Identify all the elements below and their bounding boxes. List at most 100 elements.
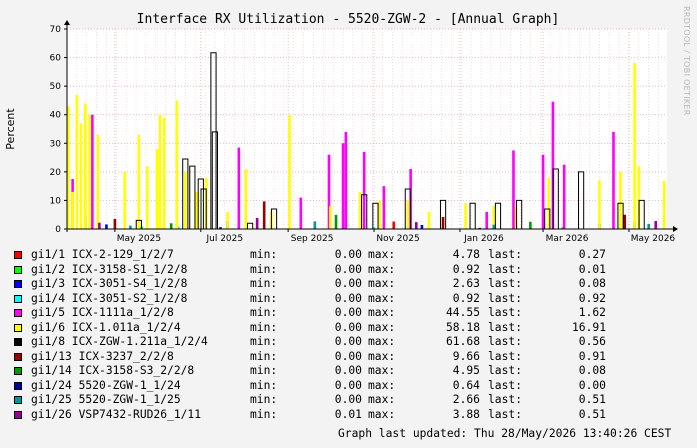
legend-min-label: min: (250, 320, 278, 334)
legend-swatch (14, 338, 22, 346)
data-point (299, 197, 303, 229)
legend-series-name: gi1/5 ICX-1111a_1/2/8 (31, 306, 174, 319)
legend-max-label: max: (368, 378, 396, 392)
data-point (88, 114, 91, 229)
y-tick-label: 40 (50, 111, 62, 121)
legend-row: gi1/3 ICX-3051-S4_1/2/8 min: 0.00 max: 2.63 l… (14, 277, 674, 292)
legend-row: gi1/1 ICX-2-129_1/2/7 min: 0.00 max: 4.78 las… (14, 248, 674, 263)
x-tick-label: Sep 2025 (291, 234, 334, 244)
legend-last-label: last: (488, 306, 523, 319)
legend-min-value: 0.00 (334, 262, 362, 276)
legend-row: gi1/26 VSP7432-RUD26_1/11 min: 0.01 max: 3.8… (14, 408, 674, 423)
legend-last-label: last: (488, 349, 523, 363)
legend-max-value: 9.66 (452, 349, 480, 363)
data-point (113, 219, 117, 229)
data-point (654, 221, 658, 229)
legend-max-value: 4.95 (452, 364, 480, 377)
legend-max-label: max: (368, 262, 396, 276)
chart-title: Interface RX Utilization - 5520-ZGW-2 - … (137, 12, 560, 27)
y-axis-arrow (64, 20, 70, 25)
legend-series-name: gi1/24 5520-ZGW-1_1/24 (31, 378, 181, 392)
data-point (378, 200, 381, 229)
y-tick-label: 60 (50, 54, 62, 64)
data-point (71, 191, 74, 229)
legend-series-name: gi1/8 ICX-ZGW-1.211a_1/2/4 (31, 335, 208, 348)
data-point (226, 211, 229, 229)
data-point (162, 117, 166, 229)
data-point (392, 221, 396, 229)
y-tick-label: 30 (50, 139, 62, 149)
legend-swatch (14, 410, 22, 419)
legend-last-value: 0.01 (578, 262, 606, 276)
legend-row: gi1/14 ICX-3158-S3_2/2/8 min: 0.00 max: 4.95… (14, 364, 674, 379)
legend-swatch (14, 352, 22, 361)
x-tick-label: Jan 2026 (463, 234, 504, 244)
legend-min-value: 0.00 (334, 349, 362, 363)
legend-max-value: 44.55 (445, 306, 480, 319)
legend-min-value: 0.00 (334, 306, 362, 319)
x-tick-label: May 2025 (117, 234, 161, 244)
legend: gi1/1 ICX-2-129_1/2/7 min: 0.00 max: 4.78 las… (14, 248, 674, 422)
legend-swatch (14, 381, 22, 390)
legend-max-label: max: (368, 335, 396, 348)
data-point (244, 169, 248, 229)
legend-min-value: 0.00 (334, 248, 362, 261)
legend-max-value: 3.88 (452, 407, 480, 421)
legend-min-value: 0.00 (334, 320, 362, 334)
data-point (84, 103, 87, 229)
legend-row: gi1/6 ICX-1.011a_1/2/4 min: 0.00 max: 58.18 l… (14, 321, 674, 336)
data-point (662, 180, 666, 229)
data-point (623, 214, 627, 229)
legend-min-value: 0.00 (334, 335, 362, 348)
data-point (155, 149, 159, 229)
data-point (79, 123, 83, 229)
data-point (612, 131, 615, 229)
x-axis-arrow (673, 226, 678, 232)
data-point (313, 221, 317, 229)
legend-series-name: gi1/14 ICX-3158-S3_2/2/8 (31, 364, 195, 377)
x-tick-label: Jul 2025 (205, 234, 243, 244)
legend-last-value: 0.08 (578, 277, 606, 290)
legend-min-label: min: (250, 349, 278, 363)
legend-min-label: min: (250, 378, 278, 392)
data-point (344, 131, 348, 229)
data-point (184, 171, 187, 229)
data-point (96, 134, 100, 229)
data-point (334, 214, 338, 229)
data-point (329, 206, 332, 229)
y-tick-label: 10 (50, 196, 62, 206)
data-point (512, 150, 515, 229)
legend-series-name: gi1/13 ICX-3237_2/2/8 (31, 349, 174, 363)
legend-min-label: min: (250, 364, 278, 377)
legend-row: gi1/13 ICX-3237_2/2/8 min: 0.00 max: 9.66 las… (14, 350, 674, 365)
legend-min-value: 0.00 (334, 291, 362, 305)
data-point (158, 114, 162, 229)
y-tick-label: 0 (55, 225, 61, 235)
data-point (619, 171, 622, 229)
legend-last-label: last: (488, 262, 523, 276)
legend-max-value: 2.63 (452, 277, 480, 290)
y-axis-label: Percent (4, 108, 17, 150)
legend-row: gi1/5 ICX-1111a_1/2/8 min: 0.00 max: 44.55 la… (14, 306, 674, 321)
data-point (598, 180, 601, 229)
legend-last-label: last: (488, 364, 523, 377)
data-point (129, 225, 132, 229)
data-point (541, 154, 545, 229)
legend-last-value: 0.51 (578, 407, 606, 421)
x-tick-label: Mar 2026 (546, 234, 589, 244)
legend-row: gi1/8 ICX-ZGW-1.211a_1/2/4 min: 0.00 max: 61… (14, 335, 674, 350)
legend-row: gi1/2 ICX-3158-S1_1/2/8 min: 0.00 max: 0.92 l… (14, 263, 674, 278)
legend-max-label: max: (368, 291, 396, 305)
y-tick-label: 70 (50, 25, 62, 35)
data-point (341, 143, 345, 229)
legend-last-value: 0.27 (578, 248, 606, 261)
legend-row: gi1/25 5520-ZGW-1_1/25 min: 0.00 max: 2.66 la… (14, 393, 674, 408)
legend-last-value: 16.91 (571, 320, 606, 334)
legend-min-label: min: (250, 306, 278, 319)
legend-min-label: min: (250, 291, 278, 305)
data-point (406, 200, 410, 229)
data-point (485, 211, 489, 229)
legend-min-label: min: (250, 248, 278, 261)
data-point (195, 191, 198, 229)
data-point (441, 217, 445, 229)
